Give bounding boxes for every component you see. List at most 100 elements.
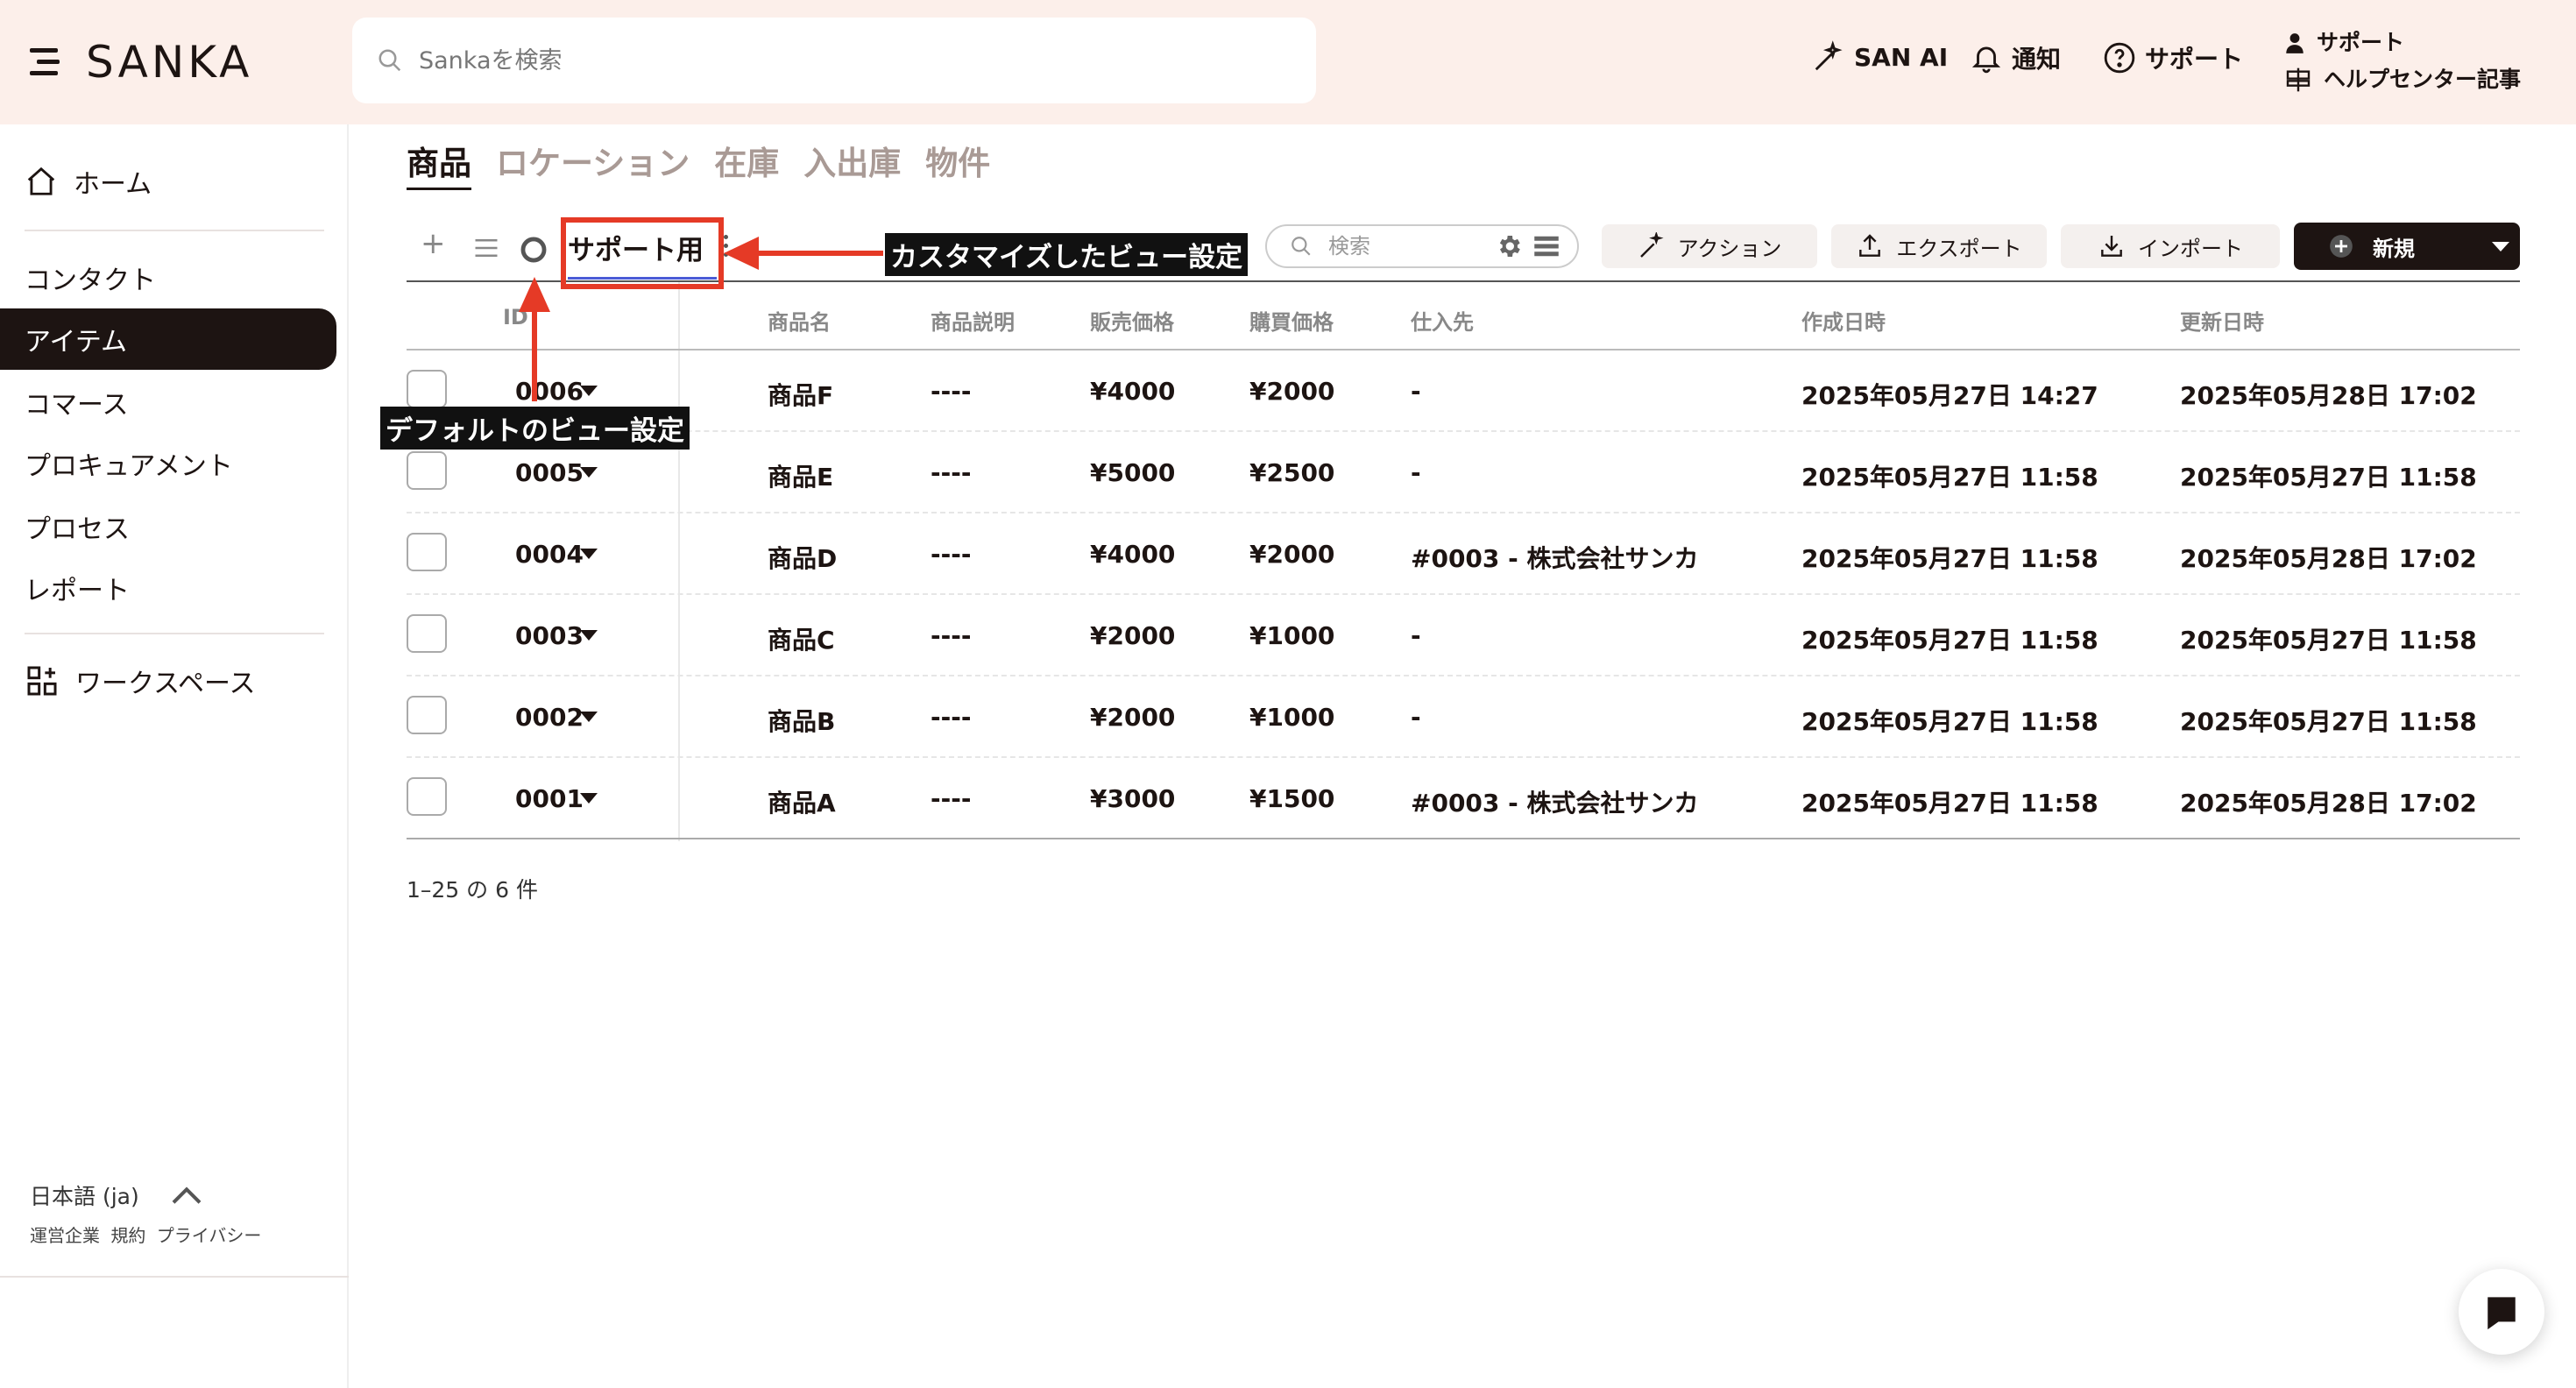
sidebar-item-label: レポート xyxy=(25,576,130,606)
new-record-button[interactable]: 新規 xyxy=(2294,223,2520,270)
global-search-input[interactable] xyxy=(419,46,1207,74)
sidebar-item-home[interactable]: ホーム xyxy=(0,151,336,212)
notifications-button[interactable]: 通知 xyxy=(1970,40,2061,75)
cell-id[interactable]: 0001 xyxy=(515,784,584,813)
san-ai-button[interactable]: SAN AI xyxy=(1812,40,1948,74)
cell-sale-price: ¥4000 xyxy=(1090,377,1176,406)
table-row[interactable]: 0001 商品A ---- ¥3000 ¥1500 #0003 - 株式会社サンカ 2025… xyxy=(407,758,2520,839)
row-checkbox[interactable] xyxy=(407,614,447,653)
chevron-down-icon[interactable] xyxy=(2490,239,2511,253)
row-checkbox[interactable] xyxy=(407,533,447,571)
sidebar-divider xyxy=(25,633,324,634)
cell-name[interactable]: 商品A xyxy=(768,784,836,819)
sidebar-item-reports[interactable]: レポート xyxy=(0,557,336,619)
chat-launcher-button[interactable] xyxy=(2459,1269,2544,1355)
column-header-description[interactable]: 商品説明 xyxy=(931,305,1015,336)
table-row[interactable]: 0003 商品C ---- ¥2000 ¥1000 - 2025年05月27日 11:58 2… xyxy=(407,595,2520,676)
row-dropdown-caret-icon[interactable] xyxy=(580,630,598,641)
cell-id[interactable]: 0005 xyxy=(515,458,584,487)
sidebar-item-items[interactable]: アイテム xyxy=(0,308,336,370)
cell-name[interactable]: 商品E xyxy=(768,458,833,493)
new-record-label: 新規 xyxy=(2373,236,2415,261)
sidebar-item-workspace[interactable]: ワークスペース xyxy=(0,650,336,712)
table-row[interactable]: 0004 商品D ---- ¥4000 ¥2000 #0003 - 株式会社サンカ 2025… xyxy=(407,513,2520,595)
view-search[interactable] xyxy=(1265,224,1579,268)
sidebar-item-commerce[interactable]: コマース xyxy=(0,372,336,433)
cell-id[interactable]: 0006 xyxy=(515,377,584,406)
logo[interactable]: SANKA xyxy=(30,37,252,88)
cell-name[interactable]: 商品F xyxy=(768,377,833,412)
columns-icon[interactable] xyxy=(1533,234,1560,258)
row-checkbox[interactable] xyxy=(407,370,447,408)
cell-created: 2025年05月27日 11:58 xyxy=(1801,463,2098,492)
sidebar-item-contacts[interactable]: コンタクト xyxy=(0,247,336,308)
global-search[interactable] xyxy=(352,18,1316,103)
table-header: ID 商品名 商品説明 販売価格 購買価格 仕入先 作成日時 更新日時 xyxy=(407,280,2520,351)
column-header-supplier[interactable]: 仕入先 xyxy=(1411,305,1474,336)
row-dropdown-caret-icon[interactable] xyxy=(580,467,598,478)
row-dropdown-caret-icon[interactable] xyxy=(580,793,598,804)
add-view-icon[interactable]: + xyxy=(421,226,446,261)
cell-created: 2025年05月27日 11:58 xyxy=(1801,544,2098,573)
footer-link-privacy[interactable]: プライバシー xyxy=(157,1225,262,1246)
row-dropdown-caret-icon[interactable] xyxy=(580,549,598,559)
cell-updated: 2025年05月28日 17:02 xyxy=(2180,544,2477,573)
column-header-updated[interactable]: 更新日時 xyxy=(2180,305,2264,336)
sidebar-item-procurement[interactable]: プロキュアメント xyxy=(0,433,336,494)
list-icon[interactable] xyxy=(473,237,499,259)
cell-created: 2025年05月27日 14:27 xyxy=(1801,381,2098,410)
column-header-created[interactable]: 作成日時 xyxy=(1801,305,1886,336)
table-row[interactable]: 0006 商品F ---- ¥4000 ¥2000 - 2025年05月27日 14:27 2… xyxy=(407,351,2520,432)
cell-id[interactable]: 0002 xyxy=(515,703,584,732)
row-dropdown-caret-icon[interactable] xyxy=(580,386,598,396)
cell-created: 2025年05月27日 11:58 xyxy=(1801,707,2098,736)
cell-id[interactable]: 0003 xyxy=(515,621,584,650)
cell-updated: 2025年05月27日 11:58 xyxy=(2180,463,2477,492)
tab-inventory[interactable]: 在庫 xyxy=(714,137,779,190)
import-button[interactable]: インポート xyxy=(2061,224,2280,268)
support-user-label: サポート xyxy=(2317,30,2405,55)
gear-icon[interactable] xyxy=(1495,232,1523,260)
cell-name[interactable]: 商品B xyxy=(768,703,835,738)
cell-updated: 2025年05月27日 11:58 xyxy=(2180,707,2477,736)
annotation-arrowhead-left xyxy=(724,237,759,270)
menu-icon[interactable] xyxy=(30,45,63,80)
support-label: サポート xyxy=(2145,45,2244,74)
footer-links: 運営企業 規約 プライバシー xyxy=(30,1222,266,1247)
cell-name[interactable]: 商品D xyxy=(768,540,837,575)
tab-transactions[interactable]: 入出庫 xyxy=(803,137,901,190)
chat-bubble-icon xyxy=(2488,1297,2516,1330)
action-button[interactable]: アクション xyxy=(1602,224,1817,268)
tab-products[interactable]: 商品 xyxy=(407,137,471,190)
view-search-input[interactable] xyxy=(1328,234,1495,258)
san-ai-label: SAN AI xyxy=(1854,42,1949,72)
table-row[interactable]: 0005 商品E ---- ¥5000 ¥2500 - 2025年05月27日 11:58 2… xyxy=(407,432,2520,513)
table-row[interactable]: 0002 商品B ---- ¥2000 ¥1000 - 2025年05月27日 11:58 2… xyxy=(407,676,2520,758)
support-button[interactable]: サポート xyxy=(2103,40,2243,75)
row-dropdown-caret-icon[interactable] xyxy=(580,712,598,722)
cell-name[interactable]: 商品C xyxy=(768,621,835,656)
footer-link-terms[interactable]: 規約 xyxy=(110,1225,145,1246)
row-checkbox[interactable] xyxy=(407,696,447,734)
row-checkbox[interactable] xyxy=(407,451,447,490)
support-user-row[interactable]: サポート xyxy=(2283,25,2521,61)
column-header-purchase-price[interactable]: 購買価格 xyxy=(1249,305,1334,336)
search-icon xyxy=(1292,237,1311,256)
language-selector[interactable]: 日本語 (ja) xyxy=(30,1179,204,1211)
footer-link-company[interactable]: 運営企業 xyxy=(30,1225,100,1246)
help-center-row[interactable]: ヘルプセンター記事 xyxy=(2283,61,2521,98)
default-view-circle-icon[interactable] xyxy=(519,235,548,265)
support-menu[interactable]: サポート ヘルプセンター記事 xyxy=(2283,25,2521,98)
cell-supplier: - xyxy=(1411,703,1421,732)
cell-id[interactable]: 0004 xyxy=(515,540,584,569)
sidebar-item-label: プロキュアメント xyxy=(25,451,233,482)
column-header-name[interactable]: 商品名 xyxy=(768,305,831,336)
sidebar-item-process[interactable]: プロセス xyxy=(0,496,336,557)
notifications-label: 通知 xyxy=(2012,45,2062,74)
tab-locations[interactable]: ロケーション xyxy=(496,137,690,190)
column-header-sale-price[interactable]: 販売価格 xyxy=(1090,305,1174,336)
export-label: エクスポート xyxy=(1896,236,2022,261)
tab-properties[interactable]: 物件 xyxy=(925,137,990,190)
row-checkbox[interactable] xyxy=(407,777,447,816)
export-button[interactable]: エクスポート xyxy=(1831,224,2047,268)
